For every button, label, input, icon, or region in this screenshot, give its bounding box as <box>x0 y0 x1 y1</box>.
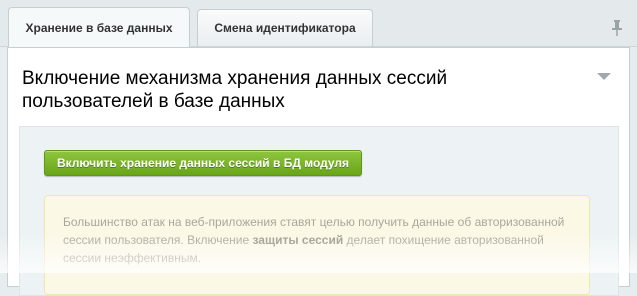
tab-label: Смена идентификатора <box>214 21 356 35</box>
triangle-down-icon[interactable] <box>597 73 611 80</box>
tab-id-change[interactable]: Смена идентификатора <box>197 9 373 46</box>
settings-panel: Включение механизма хранения данных сесс… <box>7 47 630 296</box>
info-note-text: Большинство атак на веб-приложения ставя… <box>63 213 571 267</box>
content-area: Включить хранение данных сессий в БД мод… <box>19 126 619 296</box>
tab-label: Хранение в базе данных <box>25 20 173 35</box>
section-title: Включение механизма хранения данных сесс… <box>22 68 448 112</box>
pin-icon[interactable] <box>611 20 623 36</box>
tab-bar: Хранение в базе данных Смена идентификат… <box>0 0 637 47</box>
button-label: Включить хранение данных сессий в БД мод… <box>56 156 350 170</box>
enable-db-session-storage-button[interactable]: Включить хранение данных сессий в БД мод… <box>44 150 362 176</box>
tab-database-storage[interactable]: Хранение в базе данных <box>8 7 190 47</box>
note-text-bold: защиты сессий <box>252 233 344 247</box>
info-note: Большинство атак на веб-приложения ставя… <box>44 195 590 295</box>
